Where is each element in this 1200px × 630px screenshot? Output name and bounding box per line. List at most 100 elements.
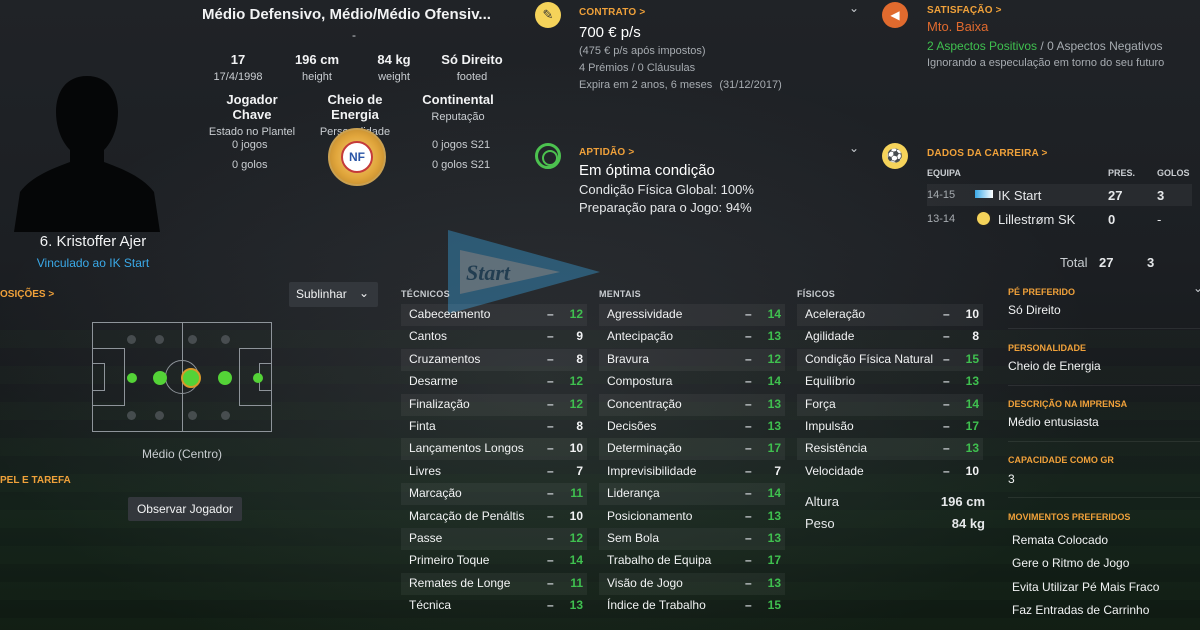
attribute-row[interactable]: Finta – 8 xyxy=(401,416,587,438)
career-team[interactable]: Lillestrøm SK xyxy=(998,212,1075,227)
football-icon: ⚽ xyxy=(882,143,908,169)
u21-caps: 0 jogos S21 xyxy=(432,139,491,151)
attribute-name: Trabalho de Equipa xyxy=(607,553,712,568)
attribute-row[interactable]: Decisões – 13 xyxy=(599,416,785,438)
attribute-dash: – xyxy=(547,396,554,411)
preferred-move: Faz Entradas de Carrinho xyxy=(1012,603,1150,617)
weight-label: weight xyxy=(378,71,410,83)
reputation-stat: Continental Reputação xyxy=(413,92,503,123)
attribute-row[interactable]: Concentração –13 xyxy=(599,393,785,416)
height-row-label: Altura xyxy=(805,494,839,509)
attribute-row[interactable]: Sem Bola – 13 xyxy=(599,528,785,550)
attribute-row[interactable]: Marcação de Penáltis –10 xyxy=(401,506,587,528)
preferred-foot-title: PÉ PREFERIDO xyxy=(1008,287,1076,297)
attribute-row[interactable]: Impulsão – 17 xyxy=(797,416,983,438)
height-row-value: 196 cm xyxy=(940,494,985,509)
attribute-row[interactable]: Resistência –13 xyxy=(797,438,983,461)
chevron-down-icon[interactable]: ⌄ xyxy=(1193,281,1200,295)
position-dot-attacking-mid xyxy=(253,373,263,383)
attribute-row[interactable]: Livres – 7 xyxy=(401,461,587,483)
attribute-name: Imprevisibilidade xyxy=(607,463,697,478)
attribute-row[interactable]: Trabalho de Equipa –17 xyxy=(599,550,785,572)
attribute-row[interactable]: Agressividade – 14 xyxy=(599,304,785,326)
attribute-row[interactable]: Passe – 12 xyxy=(401,528,587,550)
attribute-dash: – xyxy=(745,553,752,568)
attribute-dash: – xyxy=(943,441,950,456)
highlight-dropdown[interactable]: Sublinhar ⌄ xyxy=(289,282,378,307)
current-position-label: Médio (Centro) xyxy=(141,447,223,461)
attribute-value: 13 xyxy=(767,531,781,545)
attribute-row[interactable]: Cabeceamento – 12 xyxy=(401,304,587,326)
contract-expiry-text: Expira em 2 anos, 6 meses xyxy=(579,79,713,91)
attribute-value: 17 xyxy=(965,419,979,433)
attribute-value: 10 xyxy=(965,463,979,478)
attribute-row[interactable]: Desarme –12 xyxy=(401,371,587,393)
career-row[interactable]: 14-15 IK Start 27 3 xyxy=(927,184,1192,206)
career-row[interactable]: 13-14 Lillestrøm SK 0 - xyxy=(927,208,1192,230)
satisfaction-value: Mto. Baixa xyxy=(927,19,989,34)
scout-player-button[interactable]: Observar Jogador xyxy=(128,497,242,521)
attribute-row[interactable]: Primeiro Toque –14 xyxy=(401,550,587,572)
attribute-dash: – xyxy=(943,396,950,411)
attribute-row[interactable]: Índice de Trabalho –15 xyxy=(599,595,785,617)
personality-sidebar-value: Cheio de Energia xyxy=(1008,359,1101,373)
attribute-row[interactable]: Determinação –17 xyxy=(599,438,785,461)
attribute-name: Técnica xyxy=(409,598,452,613)
attribute-value: 12 xyxy=(569,396,583,411)
attribute-row[interactable]: Bravura –12 xyxy=(599,348,785,371)
attribute-value: 15 xyxy=(767,598,781,613)
attribute-row[interactable]: Condição Física Natural –15 xyxy=(797,348,983,371)
attribute-name: Velocidade xyxy=(805,463,864,478)
attribute-row[interactable]: Velocidade –10 xyxy=(797,461,983,483)
attribute-row[interactable]: Finalização –12 xyxy=(401,393,587,416)
attribute-row[interactable]: Remates de Longe – 11 xyxy=(401,572,587,595)
role-section-title[interactable]: PEL E TAREFA xyxy=(0,475,71,486)
attribute-row[interactable]: Força –14 xyxy=(797,393,983,416)
attribute-row[interactable]: Liderança –14 xyxy=(599,483,785,506)
attribute-value: 13 xyxy=(569,598,583,613)
attribute-name: Condição Física Natural xyxy=(805,351,934,366)
positions-section-title[interactable]: OSIÇÕES > xyxy=(0,289,54,300)
attribute-row[interactable]: Técnica –13 xyxy=(401,595,587,617)
attribute-dash: – xyxy=(547,307,554,321)
attribute-name: Cruzamentos xyxy=(409,351,481,366)
attribute-row[interactable]: Compostura –14 xyxy=(599,371,785,393)
career-title[interactable]: DADOS DA CARREIRA > xyxy=(927,148,1048,159)
contract-expiry-date: (31/12/2017) xyxy=(719,79,782,91)
chevron-down-icon[interactable]: ⌄ xyxy=(849,1,859,15)
attribute-row[interactable]: Imprevisibilidade – 7 xyxy=(599,461,785,483)
attribute-value: 7 xyxy=(774,463,781,478)
fitness-title[interactable]: APTIDÃO > xyxy=(579,147,634,158)
attribute-dash: – xyxy=(547,419,554,433)
attribute-value: 14 xyxy=(569,553,583,568)
attribute-row[interactable]: Equilíbrio –13 xyxy=(797,371,983,393)
attribute-value: 14 xyxy=(767,374,781,389)
national-federation-badge[interactable]: NF xyxy=(328,128,386,186)
physical-title: FÍSICOS xyxy=(797,289,836,299)
attribute-dash: – xyxy=(745,329,752,344)
attribute-dash: – xyxy=(547,463,554,478)
attribute-row[interactable]: Marcação – 11 xyxy=(401,483,587,506)
attribute-dash: – xyxy=(547,598,554,613)
attribute-row[interactable]: Lançamentos Longos –10 xyxy=(401,438,587,461)
career-total-label: Total xyxy=(1060,255,1088,270)
attribute-row[interactable]: Cantos – 9 xyxy=(401,326,587,348)
attribute-name: Liderança xyxy=(607,486,660,501)
contract-title[interactable]: CONTRATO > xyxy=(579,7,645,18)
chevron-down-icon[interactable]: ⌄ xyxy=(849,141,859,155)
attribute-name: Antecipação xyxy=(607,329,674,344)
attribute-row[interactable]: Aceleração – 10 xyxy=(797,304,983,326)
satisfaction-title[interactable]: SATISFAÇÃO > xyxy=(927,5,1002,16)
attribute-row[interactable]: Antecipação –13 xyxy=(599,326,785,348)
attribute-row[interactable]: Posicionamento –13 xyxy=(599,506,785,528)
attribute-row[interactable]: Agilidade – 8 xyxy=(797,326,983,348)
positive-aspects[interactable]: 2 Aspectos Positivos xyxy=(927,39,1037,53)
attribute-value: 13 xyxy=(767,575,781,590)
career-team[interactable]: IK Start xyxy=(998,188,1041,203)
negative-aspects[interactable]: 0 Aspectos Negativos xyxy=(1047,39,1162,53)
attribute-name: Visão de Jogo xyxy=(607,575,683,590)
attribute-name: Marcação de Penáltis xyxy=(409,508,525,523)
attribute-row[interactable]: Visão de Jogo –13 xyxy=(599,572,785,595)
attribute-row[interactable]: Cruzamentos – 8 xyxy=(401,348,587,371)
club-link[interactable]: Vinculado ao IK Start xyxy=(0,256,186,270)
